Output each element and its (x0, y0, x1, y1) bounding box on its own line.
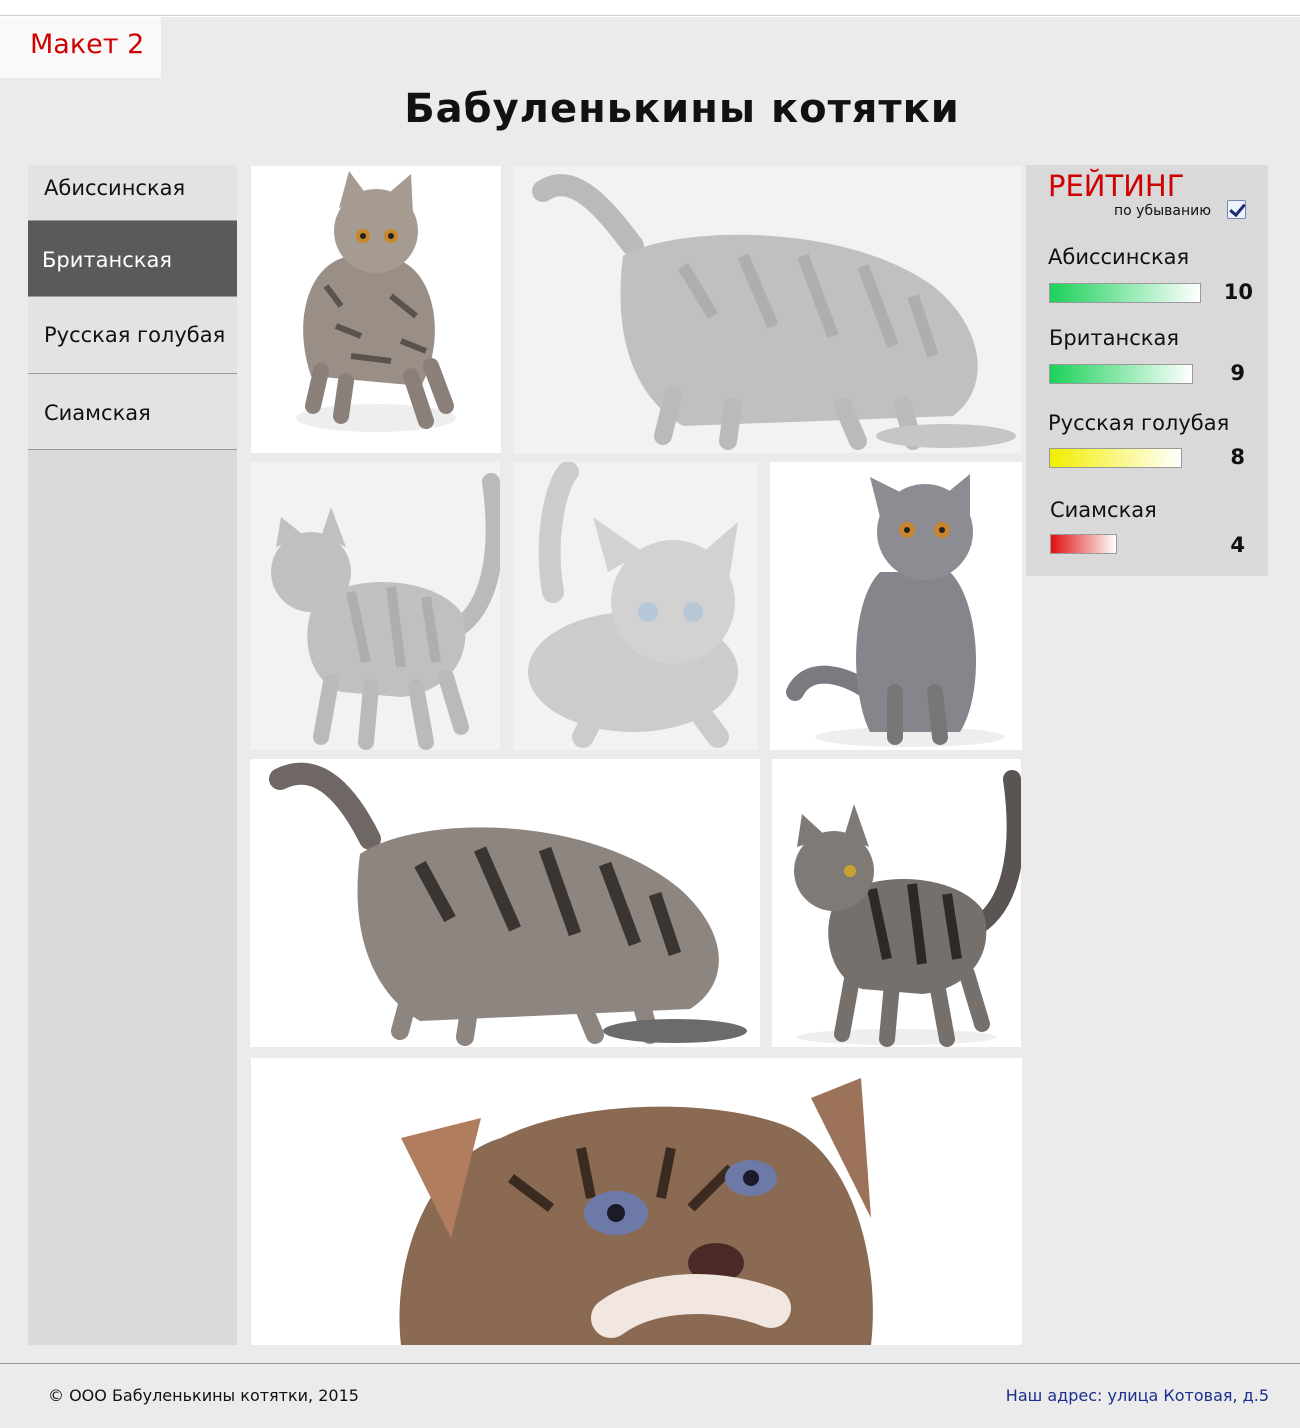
rating-bar-siamese (1050, 534, 1117, 554)
kitten-looking-up-image (399, 1078, 873, 1345)
grey-kitten-image (528, 462, 738, 748)
rating-bar-fill (1050, 449, 1181, 467)
nav-item-british[interactable]: Британская (28, 221, 237, 297)
maket-label-tab: Макет 2 (0, 17, 161, 78)
photo-grey-cat-sitting[interactable] (770, 462, 1022, 750)
rating-bar-fill (1050, 284, 1200, 302)
tabby-cat-looking-back-image (794, 770, 1021, 1047)
rating-value: 10 (1223, 280, 1253, 304)
rating-name: Сиамская (1050, 498, 1157, 522)
rating-bar-british (1049, 364, 1193, 384)
photo-tabby-looking-back[interactable] (772, 759, 1021, 1047)
nav-item-label: Сиамская (44, 401, 151, 425)
photo-tabby-looking-back-faded[interactable] (251, 462, 500, 750)
nav-item-label: Абиссинская (44, 176, 186, 200)
top-border (0, 0, 1300, 16)
rating-value: 8 (1230, 445, 1245, 469)
rating-value: 9 (1230, 361, 1245, 385)
rating-panel: РЕЙТИНГ по убыванию Абиссинская 10 Брита… (1026, 165, 1268, 576)
rating-bar-abyssinian (1049, 283, 1201, 303)
photo-grey-kitten-faded[interactable] (513, 462, 758, 750)
tabby-cat-eating-image (269, 762, 747, 1046)
photo-tabby-eating-faded[interactable] (513, 166, 1021, 453)
copyright-text: © ООО Бабуленькины котятки, 2015 (48, 1386, 359, 1405)
sort-descending-checkbox[interactable] (1227, 200, 1246, 219)
address-link[interactable]: Наш адрес: улица Котовая, д.5 (1006, 1386, 1269, 1405)
page-footer: © ООО Бабуленькины котятки, 2015 Наш адр… (0, 1363, 1300, 1428)
tabby-cat-looking-back-image (271, 473, 500, 750)
photo-kitten-looking-up[interactable] (251, 1058, 1022, 1345)
rating-name: Абиссинская (1048, 245, 1190, 269)
nav-item-label: Русская голубая (44, 323, 226, 347)
maket-label: Макет 2 (30, 29, 145, 60)
photo-tabby-eating[interactable] (250, 759, 760, 1047)
tabby-cat-image (296, 171, 456, 432)
rating-name: Русская голубая (1048, 411, 1230, 435)
nav-item-siamese[interactable]: Сиамская (28, 374, 237, 450)
photo-tabby-standing[interactable] (251, 166, 501, 453)
rating-bar-fill (1051, 535, 1116, 553)
rating-title: РЕЙТИНГ (1048, 169, 1185, 203)
rating-name: Британская (1049, 326, 1179, 350)
rating-bar-fill (1050, 365, 1192, 383)
nav-item-russian-blue[interactable]: Русская голубая (28, 297, 237, 374)
grey-cat-sitting-image (786, 474, 1005, 747)
sort-order-label: по убыванию (1114, 203, 1212, 219)
nav-item-label: Британская (42, 248, 172, 272)
rating-value: 4 (1230, 533, 1245, 557)
rating-bar-russian-blue (1049, 448, 1182, 468)
nav-item-abyssinian[interactable]: Абиссинская (28, 165, 237, 221)
site-title: Бабуленькины котятки (404, 86, 960, 132)
breed-sidebar: Абиссинская Британская Русская голубая С… (28, 165, 237, 1345)
tabby-cat-eating-image (532, 174, 1016, 450)
